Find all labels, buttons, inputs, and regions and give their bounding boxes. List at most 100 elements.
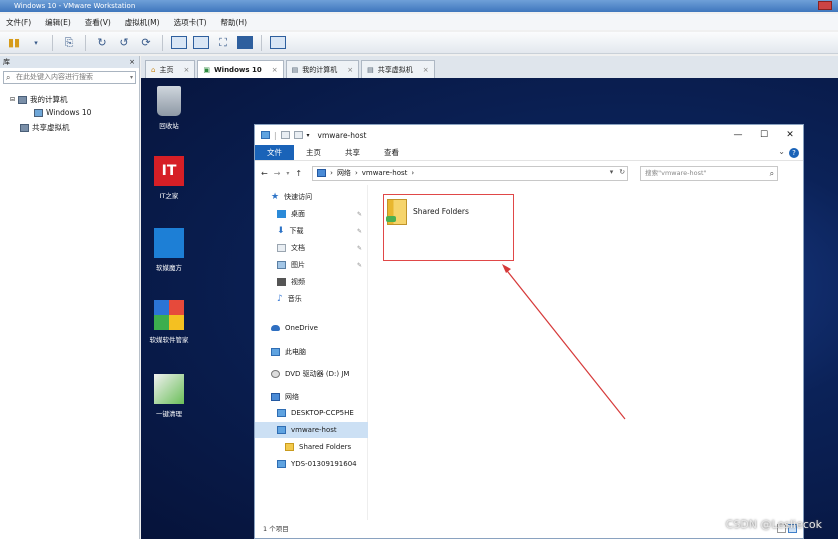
pin-icon[interactable]: ✎ <box>357 211 362 218</box>
expand-ribbon-icon[interactable]: ⌄ <box>778 147 785 156</box>
computer-icon <box>277 409 286 417</box>
nav-item-desktop[interactable]: 桌面 ✎ <box>255 206 368 222</box>
mofang-icon <box>154 228 184 258</box>
new-folder-icon[interactable] <box>293 131 303 139</box>
menu-vm[interactable]: 虚拟机(M) <box>125 17 160 28</box>
desktop-icon-software-manager[interactable]: 软媒软件管家 <box>141 300 197 344</box>
close-tab-icon[interactable]: × <box>183 66 189 74</box>
close-tab-icon[interactable]: × <box>347 66 353 74</box>
desktop-icon-recycle-bin[interactable]: 回收站 <box>141 86 197 130</box>
tab-shared-vms[interactable]: ▤ 共享虚拟机 × <box>361 60 435 78</box>
computer-icon <box>18 95 28 104</box>
nav-item-documents[interactable]: 文档 ✎ <box>255 240 368 256</box>
folder-shared-folders[interactable]: Shared Folders <box>386 199 469 225</box>
properties-icon[interactable] <box>280 131 290 139</box>
unity-icon[interactable] <box>237 35 253 51</box>
pin-icon[interactable]: ✎ <box>357 245 362 252</box>
chevron-down-icon[interactable]: ▾ <box>307 132 310 139</box>
close-window-button[interactable] <box>818 1 832 10</box>
nav-item-pictures[interactable]: 图片 ✎ <box>255 257 368 273</box>
power-dropdown-icon[interactable]: ▾ <box>28 35 44 51</box>
help-icon[interactable]: ? <box>789 148 799 158</box>
toolbar-separator <box>85 34 86 51</box>
nav-item-onedrive[interactable]: OneDrive <box>255 320 368 336</box>
nav-item-downloads[interactable]: ⬇ 下载 ✎ <box>255 223 368 239</box>
send-keys-icon[interactable]: ⎘ <box>61 35 77 51</box>
revert-snapshot-icon[interactable]: ↺ <box>116 35 132 51</box>
nav-item-shared-folders[interactable]: Shared Folders <box>255 439 368 455</box>
address-dropdown-icon[interactable]: ▾ <box>610 168 614 176</box>
dvd-icon <box>271 370 280 378</box>
tree-item-windows-10[interactable]: Windows 10 <box>34 108 91 117</box>
file-list: Shared Folders <box>369 185 803 520</box>
nav-item-this-pc[interactable]: 此电脑 <box>255 344 368 360</box>
breadcrumb-network[interactable]: 网络 <box>337 168 351 178</box>
close-tab-icon[interactable]: × <box>423 66 429 74</box>
shared-vm-icon <box>20 123 29 132</box>
refresh-icon[interactable]: ↻ <box>619 168 625 176</box>
cleanup-icon <box>154 374 184 404</box>
up-icon[interactable]: ↑ <box>295 169 302 178</box>
menu-file[interactable]: 文件(F) <box>6 17 31 28</box>
desktop-icon-one-click-clean[interactable]: 一键清理 <box>141 374 197 418</box>
pin-icon[interactable]: ✎ <box>357 262 362 269</box>
snapshot-manager-icon[interactable]: ⟳ <box>138 35 154 51</box>
menu-edit[interactable]: 编辑(E) <box>45 17 71 28</box>
nav-item-vmware-host[interactable]: vmware-host <box>255 422 368 438</box>
breadcrumb-vmware-host[interactable]: vmware-host <box>362 169 408 177</box>
nav-item-desktop-ccp5he[interactable]: DESKTOP-CCP5HE <box>255 405 368 421</box>
breadcrumb-chevron-icon[interactable]: › <box>411 169 414 177</box>
ribbon-tab-share[interactable]: 共享 <box>333 145 372 160</box>
library-panel: 库 × ⌕ 在此处键入内容进行搜索 ▾ ⊟ 我的计算机 Windows 10 共… <box>0 56 140 539</box>
search-input[interactable]: 搜索"vmware-host" ⌕ <box>640 165 779 181</box>
forward-icon[interactable]: → <box>274 169 281 178</box>
tree-item-my-computer[interactable]: ⊟ 我的计算机 <box>10 94 68 105</box>
vm-icon <box>34 108 43 117</box>
minimize-button[interactable]: — <box>725 125 751 145</box>
address-bar[interactable]: › 网络 › vmware-host › ▾ ↻ <box>312 165 629 181</box>
back-icon[interactable]: ← <box>261 169 268 178</box>
nav-item-dvd-drive[interactable]: DVD 驱动器 (D:) JM <box>255 366 368 382</box>
tab-windows-10[interactable]: ▣ Windows 10 × <box>197 60 284 78</box>
power-icon[interactable]: ▮▮ <box>6 35 22 51</box>
nav-item-quick-access[interactable]: ★ 快速访问 <box>255 189 368 205</box>
chevron-down-icon[interactable]: ▾ <box>130 72 133 83</box>
nav-item-videos[interactable]: 视频 <box>255 274 368 290</box>
close-tab-icon[interactable]: × <box>272 66 278 74</box>
explorer-title-bar: | ▾ vmware-host — ☐ ✕ <box>255 125 803 145</box>
file-explorer-window: | ▾ vmware-host — ☐ ✕ 文件 主页 共享 查看 ⌄ ? ← … <box>254 124 804 539</box>
full-screen-icon[interactable]: ⛶ <box>215 35 231 51</box>
nav-item-music[interactable]: ♪ 音乐 <box>255 291 368 307</box>
ribbon-tab-home[interactable]: 主页 <box>294 145 333 160</box>
menu-tabs[interactable]: 选项卡(T) <box>174 17 207 28</box>
menu-view[interactable]: 查看(V) <box>85 17 111 28</box>
desktop-icon-ithome[interactable]: IT IT之家 <box>141 156 197 200</box>
nav-item-yds[interactable]: YDS-01309191604 <box>255 456 368 472</box>
explorer-title: vmware-host <box>317 130 367 140</box>
tree-item-shared-vms[interactable]: 共享虚拟机 <box>20 122 70 133</box>
breadcrumb-chevron-icon[interactable]: › <box>355 169 358 177</box>
recent-locations-icon[interactable]: ▾ <box>286 170 289 177</box>
thumbnail-bar-icon[interactable] <box>193 35 209 51</box>
desktop-icon-ruanmei-mofang[interactable]: 软媒魔方 <box>141 228 197 272</box>
video-icon <box>277 278 286 286</box>
tab-my-computer[interactable]: ▤ 我的计算机 × <box>285 60 360 78</box>
collapse-icon[interactable]: ⊟ <box>10 96 15 103</box>
close-button[interactable]: ✕ <box>777 125 803 145</box>
breadcrumb-chevron-icon[interactable]: › <box>330 169 333 177</box>
pin-icon[interactable]: ✎ <box>357 228 362 235</box>
snapshot-icon[interactable]: ↻ <box>94 35 110 51</box>
nav-item-network[interactable]: 网络 <box>255 389 368 405</box>
ribbon-tab-view[interactable]: 查看 <box>372 145 411 160</box>
library-search-input[interactable]: ⌕ 在此处键入内容进行搜索 ▾ <box>3 71 136 84</box>
menu-bar: 文件(F) 编辑(E) 查看(V) 虚拟机(M) 选项卡(T) 帮助(H) <box>0 14 838 30</box>
console-view-icon[interactable] <box>270 35 286 51</box>
computer-icon <box>277 426 286 434</box>
menu-help[interactable]: 帮助(H) <box>221 17 248 28</box>
tab-home[interactable]: ⌂ 主页 × <box>145 60 196 78</box>
show-library-icon[interactable] <box>171 35 187 51</box>
maximize-button[interactable]: ☐ <box>751 125 777 145</box>
close-library-button[interactable]: × <box>129 56 135 68</box>
computer-icon <box>271 348 280 356</box>
ribbon-tab-file[interactable]: 文件 <box>255 145 294 160</box>
